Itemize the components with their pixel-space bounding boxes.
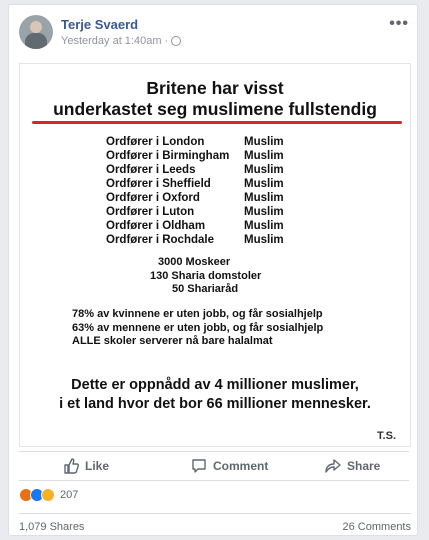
mayor-religion: Muslim — [244, 164, 284, 176]
post-image[interactable]: Britene har visst underkastet seg muslim… — [19, 63, 411, 447]
conclusion-text: Dette er oppnådd av 4 millioner muslimer… — [20, 376, 410, 414]
stat-line: 3000 Moskeer — [158, 256, 231, 268]
post-card: Terje Svaerd Yesterday at 1:40am · ••• B… — [8, 4, 418, 536]
like-label: Like — [85, 459, 110, 473]
red-underline — [32, 121, 402, 124]
reaction-summary[interactable]: 207 — [19, 487, 78, 503]
comment-label: Comment — [213, 459, 269, 473]
globe-icon[interactable] — [171, 36, 182, 46]
mayor-city: Ordfører i London — [106, 136, 205, 148]
stat-line: 130 Sharia domstoler — [150, 269, 262, 282]
mayor-city: Ordfører i Birmingham — [106, 150, 230, 162]
mayor-religion: Muslim — [244, 150, 284, 162]
post-meta: Yesterday at 1:40am · — [61, 35, 182, 47]
comment-bubble-icon — [192, 459, 206, 473]
mayor-city: Ordfører i Oldham — [106, 220, 206, 232]
stat-line: 50 Shariaråd — [172, 283, 239, 295]
mayor-religion: Muslim — [244, 220, 284, 232]
shares-count[interactable]: 1,079 Shares — [19, 521, 84, 533]
mayor-religion: Muslim — [244, 192, 284, 204]
mayor-list: Ordfører i London Muslim Ordfører i Birmi… — [106, 136, 306, 248]
conclusion-line1: Dette er oppnådd av 4 millioner muslimer… — [71, 377, 359, 393]
comments-count[interactable]: 26 Comments — [343, 521, 411, 533]
mayor-row: Ordfører i Oxford Muslim — [106, 192, 306, 206]
reaction-count: 207 — [60, 489, 79, 501]
share-arrow-icon — [325, 459, 341, 473]
avatar-body — [25, 33, 47, 49]
stat-line: ALLE skoler serverer nå bare halalmat — [72, 335, 273, 347]
signature: T.S. — [377, 430, 396, 442]
mayor-row: Ordfører i Luton Muslim — [106, 206, 306, 220]
share-button[interactable]: Share — [325, 452, 380, 480]
mayor-row: Ordfører i Birmingham Muslim — [106, 150, 306, 164]
share-label: Share — [347, 459, 381, 473]
more-dots-icon[interactable]: ••• — [389, 15, 409, 33]
mayor-city: Ordfører i Luton — [106, 206, 195, 218]
avatar-head — [30, 21, 42, 33]
stats-block-2: 78% av kvinnene er uten jobb, og får sos… — [72, 308, 323, 349]
author-name[interactable]: Terje Svaerd — [61, 17, 138, 32]
mayor-row: Ordfører i Sheffield Muslim — [106, 178, 306, 192]
mayor-religion: Muslim — [244, 178, 284, 190]
meta-separator: · — [164, 35, 169, 47]
image-title-line2: underkastet seg muslimene fullstendig — [53, 99, 377, 119]
timestamp[interactable]: Yesterday at 1:40am — [61, 35, 162, 47]
mayor-religion: Muslim — [244, 136, 284, 148]
image-title-line1: Britene har visst — [146, 78, 284, 98]
action-bar: Like Comment Share — [19, 451, 409, 481]
mayor-city: Ordfører i Sheffield — [106, 178, 211, 190]
stats-block-1: 3000 Moskeer 130 Sharia domstoler 50 Sha… — [20, 256, 412, 297]
mayor-row: Ordfører i Oldham Muslim — [106, 220, 306, 234]
avatar[interactable] — [19, 15, 53, 49]
like-button[interactable]: Like — [63, 452, 109, 480]
mayor-row: Ordfører i Rochdale Muslim — [106, 234, 306, 248]
conclusion-line2: i et land hvor det bor 66 millioner menn… — [59, 396, 371, 412]
mayor-city: Ordfører i Leeds — [106, 164, 196, 176]
mayor-religion: Muslim — [244, 234, 284, 246]
mayor-city: Ordfører i Rochdale — [106, 234, 214, 246]
thumbs-up-icon — [64, 458, 79, 474]
post-header: Terje Svaerd Yesterday at 1:40am · ••• — [19, 15, 409, 55]
stat-line: 63% av mennene er uten jobb, og får sosi… — [72, 321, 324, 334]
mayor-row: Ordfører i London Muslim — [106, 136, 306, 150]
mayor-religion: Muslim — [244, 206, 284, 218]
post-footer: 1,079 Shares 26 Comments — [19, 513, 411, 533]
sad-reaction-icon — [41, 488, 55, 502]
stat-line: 78% av kvinnene er uten jobb, og får sos… — [72, 308, 323, 320]
comment-button[interactable]: Comment — [191, 452, 268, 480]
mayor-row: Ordfører i Leeds Muslim — [106, 164, 306, 178]
mayor-city: Ordfører i Oxford — [106, 192, 200, 204]
